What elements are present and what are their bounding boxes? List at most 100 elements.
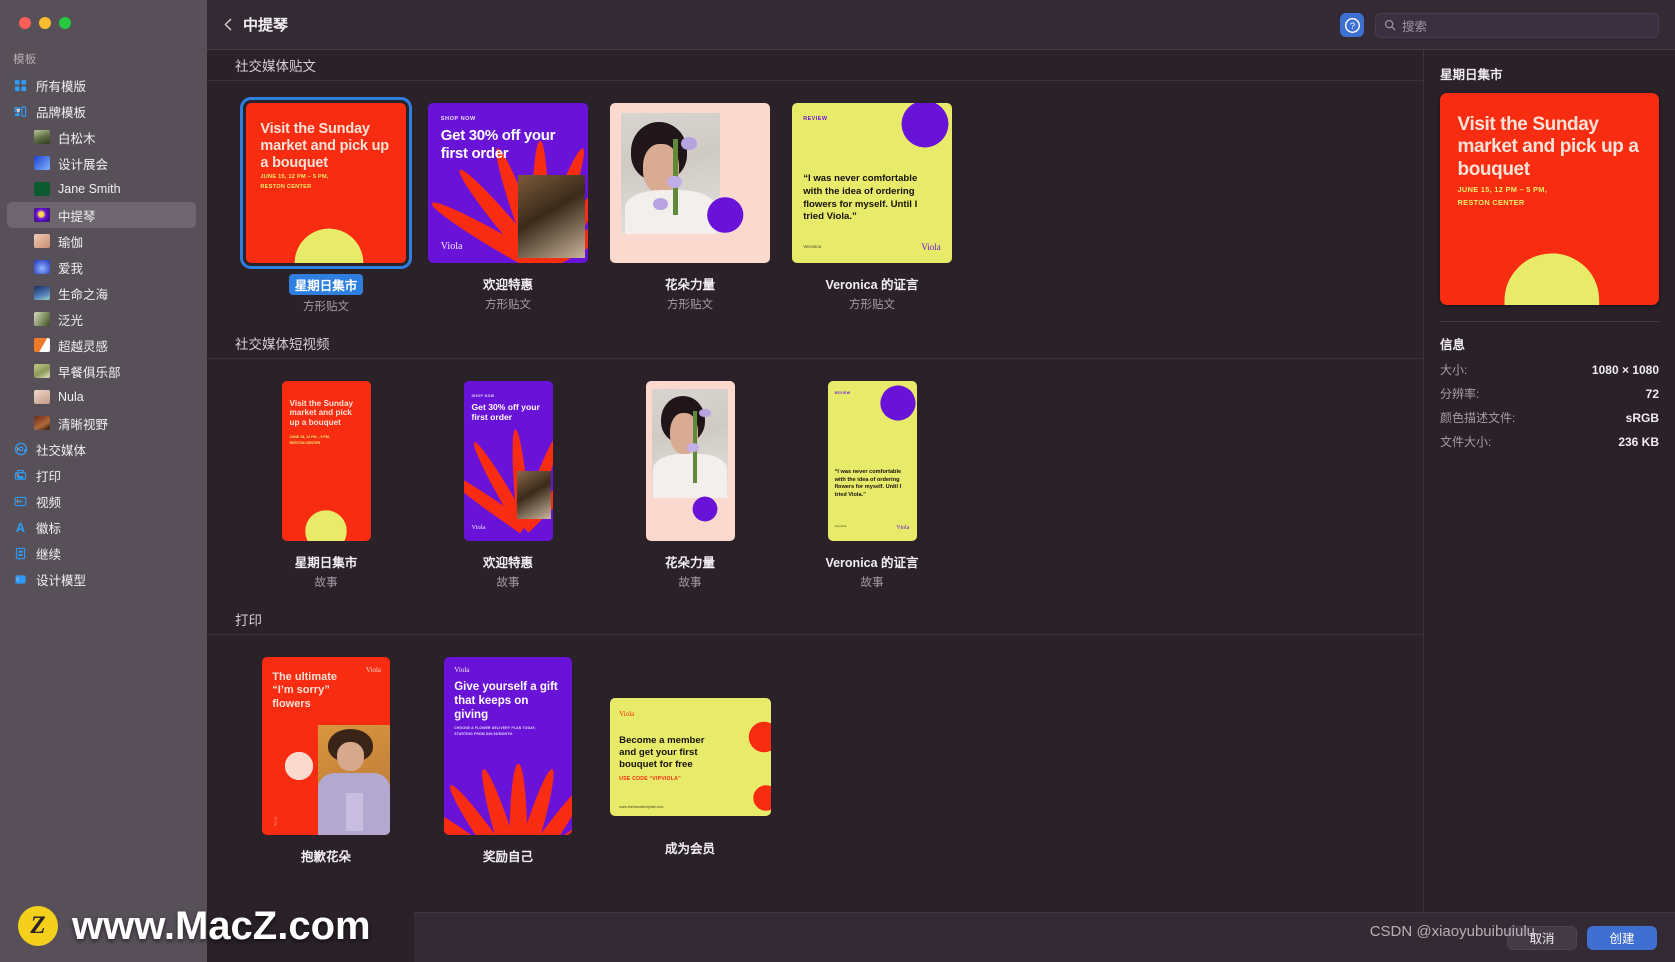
template-tile-sunday-market-square[interactable]: Visit the Sunday market and pick up a bo…: [235, 97, 417, 314]
info-key: 分辨率:: [1440, 387, 1480, 401]
flower-graphic: [270, 735, 329, 796]
sidebar-item-label: 早餐俱乐部: [58, 365, 121, 380]
sidebar-item-sea-of-life[interactable]: 生命之海: [0, 280, 207, 306]
tile-label: 欢迎特惠: [482, 278, 533, 292]
chevron-right-icon[interactable]: ›: [16, 496, 25, 506]
info-value: sRGB: [1625, 411, 1659, 425]
template-tile-sunday-market-story[interactable]: Visit the Sunday market and pick up a bo…: [235, 377, 417, 590]
template-tile-become-member[interactable]: Viola Become a member and get your first…: [599, 653, 781, 868]
chevron-right-icon[interactable]: ›: [16, 470, 25, 480]
sidebar-item-label: 品牌模板: [36, 105, 87, 120]
sidebar-section-label: 模板: [13, 54, 37, 66]
template-tile-flower-power-square[interactable]: 花朵力量 方形贴文: [599, 99, 781, 314]
thumbnail-icon: [34, 338, 50, 352]
letter-a-icon: A: [15, 519, 26, 535]
cancel-button[interactable]: 取消: [1507, 925, 1577, 950]
sidebar-item-clear-view[interactable]: 清晰视野: [0, 410, 207, 436]
main-area: 中提琴 ? 搜索 社交媒体贴文 Visit the Sunday market …: [207, 0, 1675, 962]
tile-art-wrap: SHOP NOW Get 30% off your first order Vi…: [460, 377, 557, 545]
sidebar-item-label: 视频: [36, 495, 62, 510]
artwork-eyebrow: REVIEW: [834, 390, 851, 395]
create-button[interactable]: 创建: [1587, 925, 1657, 950]
template-tile-welcome-offer-square[interactable]: SHOP NOW Get 30% off your first order Vi…: [417, 99, 599, 314]
chevron-right-icon[interactable]: ›: [16, 574, 25, 584]
group-title: 社交媒体贴文: [207, 50, 1423, 81]
artwork-sunday-market-story: Visit the Sunday market and pick up a bo…: [281, 381, 371, 541]
sidebar-item-love-me[interactable]: 爱我: [0, 254, 207, 280]
template-tile-veronica-story[interactable]: REVIEW “I was never comfortable with the…: [781, 377, 963, 590]
minimize-window-button[interactable]: [39, 17, 51, 29]
artwork-eyebrow: SHOP NOW: [440, 115, 476, 122]
group-social-stories: 社交媒体短视频 Visit the Sunday market and pick…: [207, 328, 1423, 604]
artwork-headline: Give yourself a gift that keeps on givin…: [454, 681, 558, 722]
sidebar-item-beyond-inspiration[interactable]: 超越灵感: [0, 332, 207, 358]
artwork-sunday-market: Visit the Sunday market and pick up a bo…: [246, 103, 406, 263]
chevron-right-icon[interactable]: ›: [16, 444, 25, 454]
info-key: 文件大小:: [1440, 435, 1492, 449]
tile-art-wrap: Visit the Sunday market and pick up a bo…: [240, 97, 412, 269]
sidebar-item-breakfast-club[interactable]: 早餐俱乐部: [0, 358, 207, 384]
sidebar-item-design-mockup[interactable]: › 设计模型: [0, 566, 207, 592]
tile-row: Visit the Sunday market and pick up a bo…: [207, 359, 1423, 604]
sidebar-item-yoga[interactable]: 瑜伽: [0, 228, 207, 254]
sidebar-item-label: 泛光: [58, 313, 84, 328]
flower-graphic: [732, 705, 771, 769]
sidebar-item-label: 徽标: [36, 521, 62, 536]
template-tile-welcome-offer-story[interactable]: SHOP NOW Get 30% off your first order Vi…: [417, 377, 599, 590]
artwork-headline: Become a member and get your first bouqu…: [619, 734, 705, 770]
sidebar-item-all-templates[interactable]: 所有模版: [0, 72, 207, 98]
app-window: 模板 所有模版 ▾ 品牌模板 白松木 设计展会 Jane Smith 中提琴 瑜…: [0, 0, 1675, 962]
thumbnail-icon: [34, 130, 50, 144]
template-tile-treat-yourself[interactable]: Viola Give yourself a gift that keeps on…: [417, 653, 599, 868]
help-button[interactable]: ?: [1340, 13, 1364, 37]
artwork-photo: [517, 175, 585, 259]
tile-label: Veronica 的证言: [825, 556, 919, 570]
sidebar-item-brand-templates[interactable]: ▾ 品牌模板: [0, 98, 207, 124]
grid-icon: [13, 78, 28, 93]
window-controls: [0, 0, 207, 29]
artwork-welcome-offer: SHOP NOW Get 30% off your first order Vi…: [428, 103, 588, 263]
tile-art-wrap: Viola Become a member and get your first…: [606, 653, 775, 831]
sidebar-item-video[interactable]: › 视频: [0, 488, 207, 514]
sidebar-item-white-pine[interactable]: 白松木: [0, 124, 207, 150]
sidebar-item-label: 白松木: [58, 131, 96, 146]
artwork-eyebrow: REVIEW: [803, 115, 828, 122]
sidebar-item-label: 爱我: [58, 261, 84, 276]
sunburst-graphic: [444, 763, 572, 835]
sidebar-item-nula[interactable]: Nula: [0, 384, 207, 410]
tile-label: Veronica 的证言: [825, 278, 919, 292]
inspector-preview: Visit the Sunday market and pick up a bo…: [1440, 93, 1659, 305]
group-social-posts: 社交媒体贴文 Visit the Sunday market and pick …: [207, 50, 1423, 328]
chevron-down-icon[interactable]: ▾: [16, 106, 25, 116]
tile-row: Visit the Sunday market and pick up a bo…: [207, 81, 1423, 328]
artwork-photo: [651, 389, 729, 498]
titlebar-actions: ? 搜索: [1340, 0, 1659, 50]
sidebar-item-label: 清晰视野: [58, 417, 109, 432]
sidebar-item-jane-smith[interactable]: Jane Smith: [0, 176, 207, 202]
sidebar-item-design-fair[interactable]: 设计展会: [0, 150, 207, 176]
artwork-detail: JUNE 15, 12 PM – 5 PM, RESTON CENTER: [260, 174, 329, 190]
sidebar-item-label: 瑜伽: [58, 235, 84, 250]
artwork-quote: “I was never comfortable with the idea o…: [803, 173, 918, 223]
sidebar-item-bloom[interactable]: 泛光: [0, 306, 207, 332]
template-tile-sorry-flowers[interactable]: Viola The ultimate “I’m sorry” flowers V…: [235, 653, 417, 868]
template-tile-veronica-square[interactable]: REVIEW “I was never comfortable with the…: [781, 99, 963, 314]
sidebar-item-label: 所有模版: [36, 79, 87, 94]
search-input[interactable]: 搜索: [1375, 12, 1659, 38]
sidebar-item-logo[interactable]: A 徽标: [0, 514, 207, 540]
sidebar-item-print[interactable]: › 打印: [0, 462, 207, 488]
close-window-button[interactable]: [19, 17, 31, 29]
maximize-window-button[interactable]: [59, 17, 71, 29]
sidebar-item-viola[interactable]: 中提琴: [7, 202, 196, 228]
artwork-eyebrow: SHOP NOW: [471, 393, 495, 398]
template-tile-flower-power-story[interactable]: 花朵力量 故事: [599, 377, 781, 590]
artwork-photo: [318, 724, 390, 835]
sidebar-item-label: 社交媒体: [36, 443, 87, 458]
tile-art-wrap: Viola Give yourself a gift that keeps on…: [440, 653, 576, 839]
sidebar-item-continue[interactable]: 继续: [0, 540, 207, 566]
tile-label: 抱歉花朵: [300, 850, 351, 864]
inspector-info-heading: 信息: [1440, 338, 1466, 352]
sidebar-item-label: Nula: [58, 390, 84, 404]
sidebar-item-social-media[interactable]: › 社交媒体: [0, 436, 207, 462]
back-button[interactable]: [215, 12, 241, 38]
